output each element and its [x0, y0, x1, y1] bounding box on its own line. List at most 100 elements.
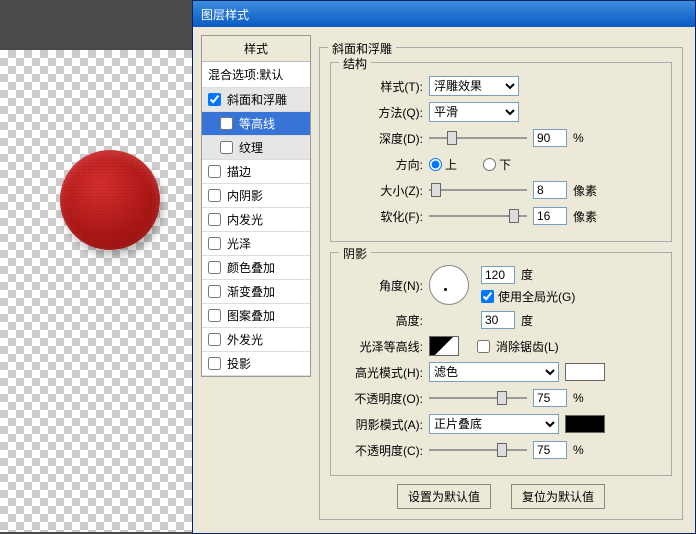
depth-label: 深度(D):: [341, 130, 423, 147]
style-label: 颜色叠加: [227, 259, 275, 276]
blend-options-row[interactable]: 混合选项:默认: [202, 62, 310, 88]
hl-opacity-unit: %: [573, 391, 603, 405]
dir-down-radio[interactable]: [483, 158, 496, 171]
style-label: 图案叠加: [227, 307, 275, 324]
style-row-outer-glow[interactable]: 外发光: [202, 328, 310, 352]
style-check-bevel[interactable]: [208, 93, 221, 106]
angle-unit: 度: [521, 266, 533, 283]
altitude-unit: 度: [521, 312, 533, 329]
style-row-gradient-overlay[interactable]: 渐变叠加: [202, 280, 310, 304]
shading-title: 阴影: [339, 245, 371, 262]
direction-label: 方向:: [341, 156, 423, 173]
style-label: 纹理: [239, 139, 263, 156]
style-label: 渐变叠加: [227, 283, 275, 300]
angle-label: 角度(N):: [341, 277, 423, 294]
style-row-texture[interactable]: 纹理: [202, 136, 310, 160]
soften-input[interactable]: [533, 207, 567, 225]
altitude-input[interactable]: [481, 311, 515, 329]
dir-down-label: 下: [499, 156, 511, 173]
angle-dial[interactable]: [429, 265, 469, 305]
style-label: 样式(T):: [341, 78, 423, 95]
antialias-label: 消除锯齿(L): [496, 338, 559, 355]
size-slider[interactable]: [429, 181, 527, 199]
style-check-pattern-overlay[interactable]: [208, 309, 221, 322]
transparency-checker: [0, 50, 208, 532]
style-label: 投影: [227, 355, 251, 372]
soften-unit: 像素: [573, 208, 603, 225]
hl-mode-select[interactable]: 滤色: [429, 362, 559, 382]
style-check-outer-glow[interactable]: [208, 333, 221, 346]
style-row-satin[interactable]: 光泽: [202, 232, 310, 256]
soften-label: 软化(F):: [341, 208, 423, 225]
sh-mode-select[interactable]: 正片叠底: [429, 414, 559, 434]
preview-circle: [60, 150, 160, 250]
depth-unit: %: [573, 131, 603, 145]
sh-opacity-unit: %: [573, 443, 603, 457]
hl-opacity-slider[interactable]: [429, 389, 527, 407]
style-check-texture[interactable]: [220, 141, 233, 154]
style-check-stroke[interactable]: [208, 165, 221, 178]
style-check-inner-shadow[interactable]: [208, 189, 221, 202]
hl-opacity-label: 不透明度(O):: [341, 390, 423, 407]
altitude-label: 高度:: [341, 312, 423, 329]
structure-group: 结构 样式(T): 浮雕效果 方法(Q): 平滑 深度(D): %: [330, 62, 672, 242]
structure-title: 结构: [339, 55, 371, 72]
style-check-satin[interactable]: [208, 237, 221, 250]
gloss-contour-swatch[interactable]: [429, 336, 459, 356]
styles-header: 样式: [202, 36, 310, 62]
global-light-label: 使用全局光(G): [498, 288, 575, 305]
shading-group: 阴影 角度(N): 度 使用全局光(G): [330, 252, 672, 476]
angle-input[interactable]: [481, 266, 515, 284]
style-row-inner-shadow[interactable]: 内阴影: [202, 184, 310, 208]
bevel-fieldset: 斜面和浮雕 结构 样式(T): 浮雕效果 方法(Q): 平滑 深度(D):: [319, 47, 683, 520]
hl-opacity-input[interactable]: [533, 389, 567, 407]
style-row-pattern-overlay[interactable]: 图案叠加: [202, 304, 310, 328]
settings-column: 斜面和浮雕 结构 样式(T): 浮雕效果 方法(Q): 平滑 深度(D):: [319, 27, 695, 533]
style-row-bevel[interactable]: 斜面和浮雕: [202, 88, 310, 112]
style-label: 描边: [227, 163, 251, 180]
dialog-title: 图层样式: [201, 6, 249, 23]
antialias-check[interactable]: [477, 340, 490, 353]
style-check-contour[interactable]: [220, 117, 233, 130]
style-label: 光泽: [227, 235, 251, 252]
layer-style-dialog: 图层样式 样式 混合选项:默认 斜面和浮雕 等高线 纹理: [192, 0, 696, 534]
soften-slider[interactable]: [429, 207, 527, 225]
sh-opacity-input[interactable]: [533, 441, 567, 459]
style-select[interactable]: 浮雕效果: [429, 76, 519, 96]
dialog-titlebar[interactable]: 图层样式: [193, 1, 695, 27]
sh-color-swatch[interactable]: [565, 415, 605, 433]
style-row-stroke[interactable]: 描边: [202, 160, 310, 184]
style-check-inner-glow[interactable]: [208, 213, 221, 226]
size-unit: 像素: [573, 182, 603, 199]
style-check-gradient-overlay[interactable]: [208, 285, 221, 298]
dir-up-radio[interactable]: [429, 158, 442, 171]
style-label: 内阴影: [227, 187, 263, 204]
size-label: 大小(Z):: [341, 182, 423, 199]
style-label: 等高线: [239, 115, 275, 132]
reset-default-button[interactable]: 复位为默认值: [511, 484, 605, 509]
style-label: 斜面和浮雕: [227, 91, 287, 108]
sh-mode-label: 阴影模式(A):: [341, 416, 423, 433]
dir-up-label: 上: [445, 156, 457, 173]
style-row-drop-shadow[interactable]: 投影: [202, 352, 310, 376]
styles-list-column: 样式 混合选项:默认 斜面和浮雕 等高线 纹理 描边: [193, 27, 319, 533]
global-light-check[interactable]: [481, 290, 494, 303]
method-select[interactable]: 平滑: [429, 102, 519, 122]
style-check-color-overlay[interactable]: [208, 261, 221, 274]
method-label: 方法(Q):: [341, 104, 423, 121]
style-label: 外发光: [227, 331, 263, 348]
set-default-button[interactable]: 设置为默认值: [397, 484, 491, 509]
sh-opacity-slider[interactable]: [429, 441, 527, 459]
style-label: 内发光: [227, 211, 263, 228]
style-row-color-overlay[interactable]: 颜色叠加: [202, 256, 310, 280]
style-row-inner-glow[interactable]: 内发光: [202, 208, 310, 232]
depth-input[interactable]: [533, 129, 567, 147]
size-input[interactable]: [533, 181, 567, 199]
style-check-drop-shadow[interactable]: [208, 357, 221, 370]
depth-slider[interactable]: [429, 129, 527, 147]
style-row-contour[interactable]: 等高线: [202, 112, 310, 136]
hl-mode-label: 高光模式(H):: [341, 364, 423, 381]
hl-color-swatch[interactable]: [565, 363, 605, 381]
sh-opacity-label: 不透明度(C):: [341, 442, 423, 459]
gloss-label: 光泽等高线:: [341, 338, 423, 355]
